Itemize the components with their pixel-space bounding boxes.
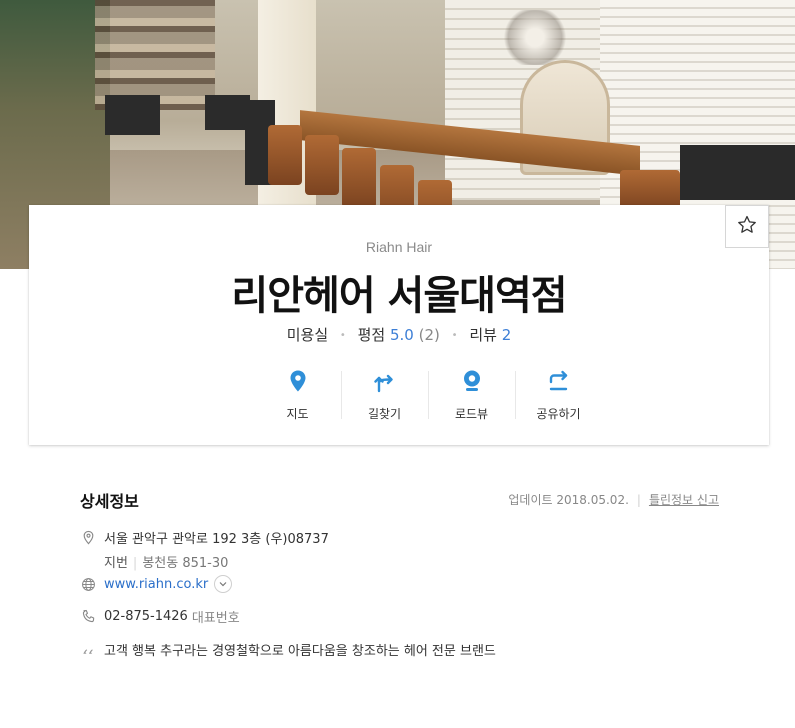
rating-label: 평점 — [357, 326, 386, 344]
roadview-icon — [460, 369, 484, 397]
description-text: 고객 행복 추구라는 경영철학으로 아름다움을 창조하는 헤어 전문 브랜드 — [104, 644, 496, 659]
jibeon-label: 지번 — [104, 556, 128, 571]
phone-number[interactable]: 02-875-1426 — [104, 609, 188, 624]
review-label: 리뷰 — [469, 326, 497, 344]
action-bar: 지도 길찾기 로드뷰 공유하기 — [254, 369, 604, 421]
share-button[interactable]: 공유하기 — [515, 369, 602, 421]
rating-count: (2) — [418, 326, 440, 344]
place-meta: 미용실 • 평점 5.0 (2) • 리뷰 2 — [286, 326, 512, 344]
address-text: 서울 관악구 관악로 192 3층 (우)08737 — [104, 532, 329, 547]
map-pin-icon — [286, 369, 310, 397]
share-icon — [547, 369, 571, 397]
place-summary-card: Riahn Hair 리안헤어 서울대역점 미용실 • 평점 5.0 (2) •… — [29, 205, 769, 445]
website-link[interactable]: www.riahn.co.kr — [104, 577, 208, 592]
place-title: 리안헤어 서울대역점 — [231, 273, 567, 319]
globe-icon — [80, 576, 96, 592]
chevron-down-icon — [219, 582, 227, 587]
place-english-name: Riahn Hair — [365, 239, 433, 255]
phone-type-label: 대표번호 — [191, 611, 240, 626]
jibeon-value: 봉천동 851-30 — [142, 556, 229, 571]
report-wrong-info-link[interactable]: 틀린정보 신고 — [649, 493, 719, 507]
category-label: 미용실 — [286, 326, 329, 344]
map-button[interactable]: 지도 — [254, 369, 341, 421]
favorite-button[interactable] — [725, 205, 769, 248]
roadview-button[interactable]: 로드뷰 — [428, 369, 515, 421]
roadview-button-label: 로드뷰 — [454, 407, 489, 421]
phone-row: 02-875-1426 대표번호 — [80, 607, 240, 626]
directions-button[interactable]: 길찾기 — [341, 369, 428, 421]
directions-button-label: 길찾기 — [367, 407, 402, 421]
detail-section-title: 상세정보 — [80, 492, 139, 511]
description-row: 고객 행복 추구라는 경영철학으로 아름다움을 창조하는 헤어 전문 브랜드 — [80, 640, 496, 659]
rating-value[interactable]: 5.0 — [390, 326, 414, 344]
update-date: 업데이트 2018.05.02. — [508, 493, 629, 507]
update-info: 업데이트 2018.05.02. | 틀린정보 신고 — [508, 493, 719, 507]
expand-website-button[interactable] — [214, 575, 233, 593]
quote-icon — [80, 642, 96, 658]
address-row: 서울 관악구 관악로 192 3층 (우)08737 — [80, 528, 329, 547]
star-outline-icon — [736, 214, 758, 240]
location-pin-icon — [80, 530, 96, 546]
phone-icon — [80, 609, 96, 625]
directions-icon — [373, 369, 397, 397]
map-button-label: 지도 — [286, 407, 309, 421]
share-button-label: 공유하기 — [536, 407, 581, 421]
review-count[interactable]: 2 — [502, 326, 512, 344]
website-row: www.riahn.co.kr — [80, 575, 233, 593]
jibeon-address: 지번 | 봉천동 851-30 — [104, 556, 229, 571]
